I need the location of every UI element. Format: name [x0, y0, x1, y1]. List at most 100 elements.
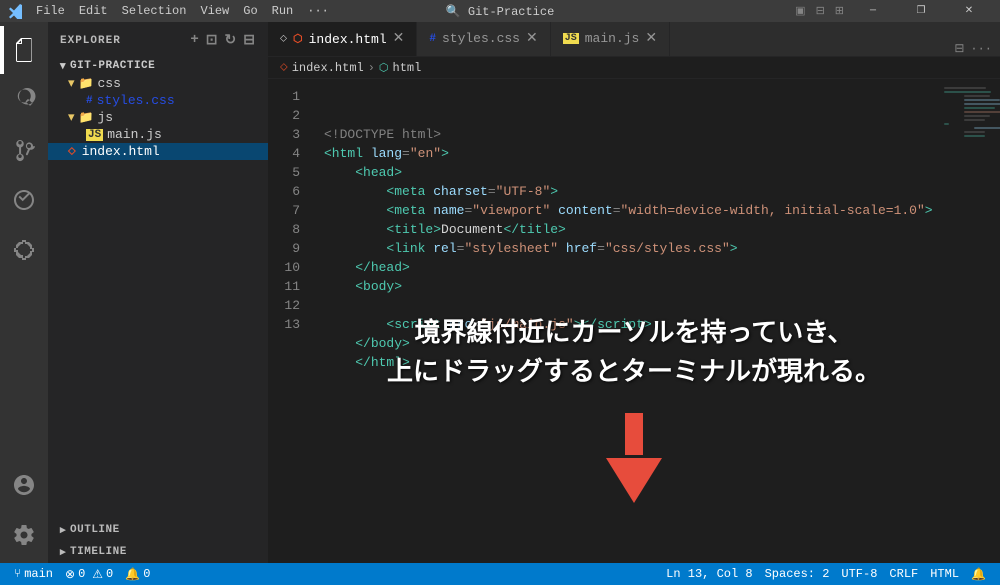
file-styles-css-label: styles.css	[97, 93, 175, 108]
project-name: GIT-PRACTICE	[70, 60, 155, 72]
timeline-section[interactable]: ▸ TIMELINE	[48, 541, 268, 563]
tab-close-index[interactable]: ✕	[393, 32, 405, 46]
tab-main-js-label: main.js	[585, 31, 640, 46]
code-line	[324, 296, 940, 315]
notifications-icon-status[interactable]: 🔔	[965, 563, 992, 585]
chevron-right-icon-timeline: ▸	[60, 545, 66, 559]
code-line: <meta name="viewport" content="width=dev…	[324, 201, 940, 220]
code-content[interactable]: <!DOCTYPE html><html lang="en"> <head> <…	[308, 79, 940, 563]
split-editor-icon[interactable]: ⊟	[954, 41, 964, 56]
git-branch-icon: ⑂	[14, 567, 21, 581]
file-index-html-label: index.html	[82, 144, 160, 159]
chevron-down-icon: ▾	[60, 59, 66, 73]
source-control-activity-icon[interactable]	[0, 126, 48, 174]
chevron-right-icon: ▸	[60, 523, 66, 537]
tab-styles-css[interactable]: # styles.css ✕	[417, 22, 550, 56]
info-count: 0	[143, 567, 150, 581]
breadcrumb-file[interactable]: index.html	[292, 61, 364, 75]
collapse-all-icon[interactable]: ⊟	[243, 32, 256, 49]
code-line: </html>	[324, 353, 940, 372]
refresh-icon[interactable]: ↻	[225, 32, 238, 49]
tab-close-styles[interactable]: ✕	[526, 32, 538, 46]
file-index-html[interactable]: ⬦ index.html	[48, 143, 268, 160]
search-activity-icon[interactable]	[0, 76, 48, 124]
main-layout: EXPLORER + ⊡ ↻ ⊟ ▾ GIT-PRACTICE ▾ 📁 css	[0, 22, 1000, 563]
file-tree: ▾ GIT-PRACTICE ▾ 📁 css # styles.css ▾ 📁 …	[48, 53, 268, 519]
file-main-js[interactable]: JS main.js	[48, 126, 268, 143]
html-file-icon: ⬦	[68, 146, 76, 158]
warnings-count: 0	[106, 567, 113, 581]
tab-index-html[interactable]: ⬦ ⬡ index.html ✕	[268, 22, 417, 56]
file-styles-css[interactable]: # styles.css	[48, 92, 268, 109]
new-folder-icon[interactable]: ⊡	[206, 32, 219, 49]
extensions-activity-icon[interactable]	[0, 226, 48, 274]
info-status[interactable]: 🔔 0	[119, 563, 156, 585]
run-debug-activity-icon[interactable]	[0, 176, 48, 224]
account-activity-icon[interactable]	[0, 461, 48, 509]
menu-view[interactable]: View	[194, 2, 235, 20]
tab-index-html-label: index.html	[309, 32, 387, 47]
folder-css-label: css	[97, 76, 120, 91]
maximize-button[interactable]: ❐	[898, 0, 944, 22]
spaces-label: Spaces: 2	[765, 567, 830, 581]
code-lines: <!DOCTYPE html><html lang="en"> <head> <…	[324, 125, 940, 372]
code-line: <head>	[324, 163, 940, 182]
code-line: <!DOCTYPE html>	[324, 125, 940, 144]
more-tabs-icon[interactable]: ···	[970, 42, 992, 56]
tab-css-icon: #	[429, 33, 436, 45]
cursor-position-status[interactable]: Ln 13, Col 8	[660, 563, 758, 585]
code-line: </head>	[324, 258, 940, 277]
bell-icon: 🔔	[125, 567, 140, 582]
breadcrumb-element[interactable]: html	[393, 61, 422, 75]
css-file-icon: #	[86, 95, 93, 107]
sidebar-header: EXPLORER + ⊡ ↻ ⊟	[48, 22, 268, 53]
breadcrumb: ⬦ index.html › ⬡ html	[268, 57, 1000, 79]
folder-icon: 📁	[79, 76, 94, 91]
menu-selection[interactable]: Selection	[116, 2, 193, 20]
menu-file[interactable]: File	[30, 2, 71, 20]
outline-section[interactable]: ▸ OUTLINE	[48, 519, 268, 541]
code-line: <link rel="stylesheet" href="css/styles.…	[324, 239, 940, 258]
new-file-icon[interactable]: +	[190, 32, 199, 49]
code-line: <meta charset="UTF-8">	[324, 182, 940, 201]
error-icon: ⊗	[65, 567, 75, 582]
chevron-down-icon: ▾	[68, 76, 75, 91]
close-button[interactable]: ✕	[946, 0, 992, 22]
encoding-status[interactable]: UTF-8	[835, 563, 883, 585]
code-line: <title>Document</title>	[324, 220, 940, 239]
layout-icon-1[interactable]: ▣	[791, 4, 809, 18]
line-ending-status[interactable]: CRLF	[883, 563, 924, 585]
tab-close-main[interactable]: ✕	[645, 32, 657, 46]
language-label: HTML	[930, 567, 959, 581]
explorer-activity-icon[interactable]	[0, 26, 48, 74]
folder-css[interactable]: ▾ 📁 css	[48, 75, 268, 92]
menu-more[interactable]: ···	[301, 2, 335, 20]
project-root[interactable]: ▾ GIT-PRACTICE	[48, 55, 268, 75]
line-ending-label: CRLF	[889, 567, 918, 581]
tab-modified-dot: ⬦	[280, 33, 287, 45]
menu-go[interactable]: Go	[237, 2, 263, 20]
git-branch-status[interactable]: ⑂ main	[8, 563, 59, 585]
errors-count: 0	[78, 567, 85, 581]
tab-main-js[interactable]: JS main.js ✕	[551, 22, 670, 56]
language-status[interactable]: HTML	[924, 563, 965, 585]
cursor-position-label: Ln 13, Col 8	[666, 567, 752, 581]
tab-js-icon: JS	[563, 33, 579, 44]
notifications-icon: 🔔	[971, 567, 986, 582]
settings-activity-icon[interactable]	[0, 511, 48, 559]
errors-status[interactable]: ⊗ 0 ⚠ 0	[59, 563, 119, 585]
line-numbers: 1 2 3 4 5 6 7 8 9 10 11 12 13	[268, 79, 308, 563]
menu-edit[interactable]: Edit	[73, 2, 114, 20]
tab-styles-css-label: styles.css	[442, 31, 520, 46]
breadcrumb-sep: ›	[368, 61, 375, 75]
layout-icon-2[interactable]: ⊟	[812, 4, 829, 18]
folder-js[interactable]: ▾ 📁 js	[48, 109, 268, 126]
editor-area: ⬦ ⬡ index.html ✕ # styles.css ✕ JS main.…	[268, 22, 1000, 563]
menu-run[interactable]: Run	[266, 2, 300, 20]
spaces-status[interactable]: Spaces: 2	[759, 563, 836, 585]
chevron-down-icon: ▾	[68, 110, 75, 125]
minimize-button[interactable]: ─	[850, 0, 896, 22]
code-line: <script src="js/main.js"></script>	[324, 315, 940, 334]
layout-icon-3[interactable]: ⊞	[831, 4, 848, 18]
folder-js-label: js	[97, 110, 113, 125]
